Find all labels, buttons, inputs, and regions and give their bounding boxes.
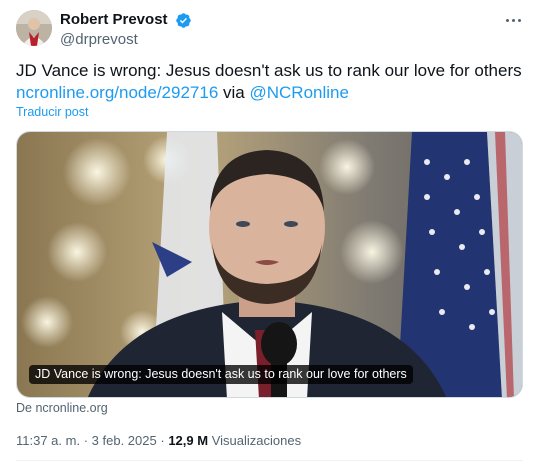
views-label: Visualizaciones (211, 433, 302, 448)
views-count: 12,9 M (168, 433, 209, 448)
tweet-date[interactable]: 3 feb. 2025 (92, 433, 157, 448)
card-caption: JD Vance is wrong: Jesus doesn't ask us … (29, 365, 413, 384)
article-photo (17, 132, 522, 397)
verified-badge-icon (176, 12, 191, 28)
divider (16, 460, 523, 461)
meta-separator: · (83, 433, 89, 448)
author-handle[interactable]: @drprevost (60, 30, 192, 49)
via-text: via (223, 83, 245, 102)
more-options-icon[interactable] (503, 12, 523, 28)
tweet-text-line: JD Vance is wrong: Jesus doesn't ask us … (16, 61, 522, 80)
card-source[interactable]: De ncronline.org (16, 401, 108, 415)
translate-post-link[interactable]: Traducir post (16, 105, 88, 119)
tweet-header: Robert Prevost @drprevost (16, 10, 523, 50)
author-display-name[interactable]: Robert Prevost (60, 11, 168, 29)
tweet-meta: 11:37 a. m. · 3 feb. 2025 · 12,9 M Visua… (16, 433, 301, 448)
mention-link[interactable]: @NCRonline (249, 83, 348, 102)
tweet-text: JD Vance is wrong: Jesus doesn't ask us … (16, 60, 523, 104)
meta-separator: · (160, 433, 165, 448)
author-names: Robert Prevost @drprevost (60, 11, 192, 49)
article-link[interactable]: ncronline.org/node/292716 (16, 83, 218, 102)
tweet: Robert Prevost @drprevost JD Vance is wr… (0, 0, 539, 465)
avatar[interactable] (16, 10, 52, 46)
tweet-time[interactable]: 11:37 a. m. (16, 433, 80, 448)
link-card-image[interactable]: JD Vance is wrong: Jesus doesn't ask us … (16, 131, 523, 398)
